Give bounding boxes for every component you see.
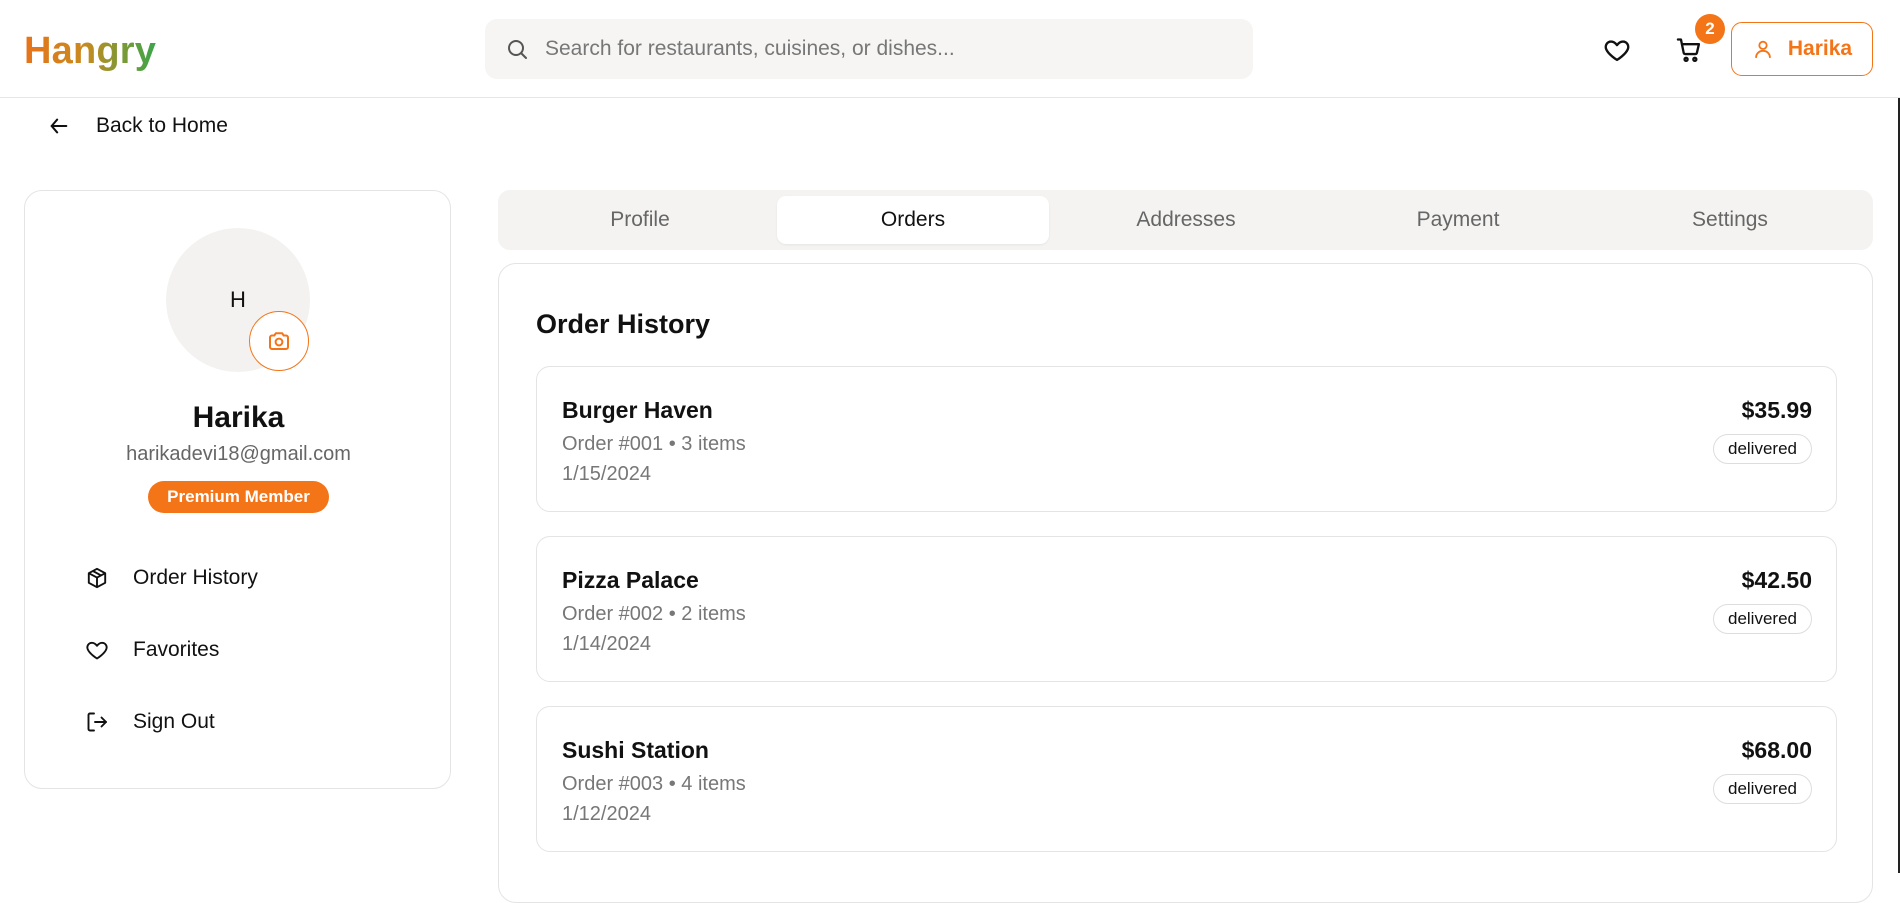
order-total: $68.00 [1741, 737, 1812, 763]
order-total: $35.99 [1741, 397, 1812, 423]
tab-addresses[interactable]: Addresses [1050, 196, 1322, 244]
profile-email: harikadevi18@gmail.com [126, 443, 351, 465]
camera-icon [269, 332, 289, 350]
cart-count-badge: 2 [1695, 14, 1725, 44]
panel-title: Order History [536, 309, 711, 339]
tab-orders[interactable]: Orders [777, 196, 1049, 244]
order-status-badge: delivered [1713, 434, 1812, 464]
app-logo[interactable]: Hangry [24, 30, 156, 73]
order-date: 1/15/2024 [562, 463, 651, 485]
order-history-panel: Order History Burger Haven Order #001 • … [498, 263, 1873, 903]
profile-name: Harika [192, 401, 285, 434]
order-card[interactable]: Pizza Palace Order #002 • 2 items 1/14/2… [536, 536, 1837, 682]
order-status-badge: delivered [1713, 604, 1812, 634]
favorites-heart-icon[interactable] [1603, 36, 1631, 64]
user-menu-button[interactable]: Harika [1731, 22, 1873, 76]
profile-sidebar-card: H Harika harikadevi18@gmail.com Premium … [24, 190, 451, 789]
order-card[interactable]: Sushi Station Order #003 • 4 items 1/12/… [536, 706, 1837, 852]
sidebar-item-label: Sign Out [133, 710, 215, 733]
order-date: 1/14/2024 [562, 633, 651, 655]
sidebar-item-sign-out[interactable]: Sign Out [85, 705, 405, 739]
order-date: 1/12/2024 [562, 803, 651, 825]
sidebar-item-label: Favorites [133, 638, 220, 661]
package-icon [87, 567, 107, 589]
top-navbar: Hangry 2 Harika [0, 0, 1900, 98]
change-photo-button[interactable] [249, 311, 309, 371]
sidebar-item-order-history[interactable]: Order History [85, 561, 405, 595]
tab-payment[interactable]: Payment [1322, 196, 1594, 244]
search-input[interactable] [545, 19, 1235, 79]
heart-icon [86, 641, 108, 660]
order-restaurant: Burger Haven [562, 397, 713, 423]
cart-icon[interactable] [1675, 36, 1703, 64]
back-to-home-link[interactable]: Back to Home [48, 112, 228, 140]
order-restaurant: Pizza Palace [562, 567, 699, 593]
order-total: $42.50 [1741, 567, 1812, 593]
tab-profile[interactable]: Profile [504, 196, 776, 244]
sign-out-icon [87, 712, 107, 732]
order-status-badge: delivered [1713, 774, 1812, 804]
search-bar[interactable] [485, 19, 1253, 79]
back-link-label: Back to Home [96, 114, 228, 137]
sidebar-item-favorites[interactable]: Favorites [85, 633, 405, 667]
user-menu-label: Harika [1787, 37, 1853, 60]
order-card[interactable]: Burger Haven Order #001 • 3 items 1/15/2… [536, 366, 1837, 512]
membership-badge: Premium Member [148, 481, 329, 513]
account-tabs: Profile Orders Addresses Payment Setting… [498, 190, 1873, 250]
search-icon [508, 40, 527, 59]
user-icon [1755, 40, 1771, 59]
order-meta: Order #003 • 4 items [562, 773, 746, 795]
order-meta: Order #001 • 3 items [562, 433, 746, 455]
order-restaurant: Sushi Station [562, 737, 709, 763]
arrow-left-icon [50, 118, 68, 134]
tab-settings[interactable]: Settings [1594, 196, 1866, 244]
sidebar-item-label: Order History [133, 566, 258, 589]
order-meta: Order #002 • 2 items [562, 603, 746, 625]
